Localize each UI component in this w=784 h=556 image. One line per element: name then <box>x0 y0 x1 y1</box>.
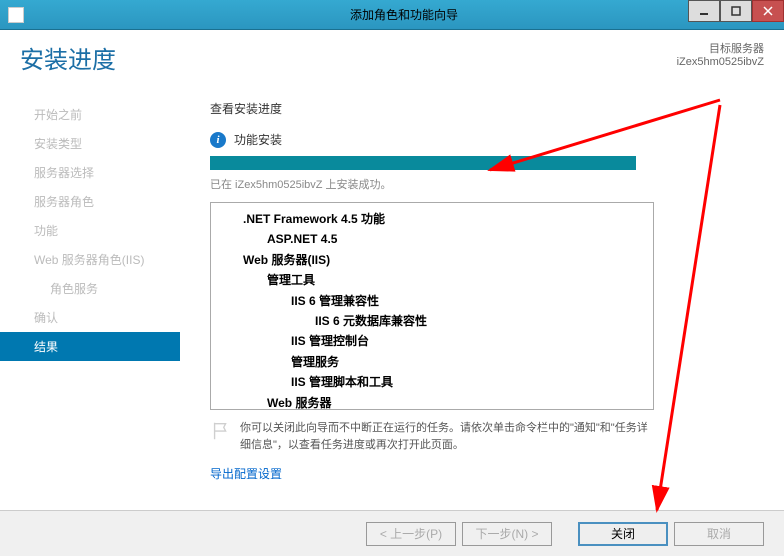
feature-list[interactable]: .NET Framework 4.5 功能 ASP.NET 4.5 Web 服务… <box>210 202 654 410</box>
window-controls <box>688 0 784 22</box>
feature-item: ASP.NET 4.5 <box>267 232 337 246</box>
cancel-button: 取消 <box>674 522 764 546</box>
sidebar-item-server-roles: 服务器角色 <box>0 187 180 216</box>
info-row: i 功能安装 <box>210 131 764 148</box>
sidebar: 开始之前 安装类型 服务器选择 服务器角色 功能 Web 服务器角色(IIS) … <box>0 30 180 510</box>
titlebar: 添加角色和功能向导 <box>0 0 784 30</box>
feature-item: IIS 管理控制台 <box>291 334 369 348</box>
progress-bar <box>210 156 636 170</box>
feature-item: IIS 管理脚本和工具 <box>291 375 393 389</box>
close-window-button[interactable] <box>752 0 784 22</box>
feature-item: IIS 6 管理兼容性 <box>291 294 379 308</box>
export-config-link[interactable]: 导出配置设置 <box>210 465 282 482</box>
sidebar-item-features: 功能 <box>0 216 180 245</box>
sidebar-item-results: 结果 <box>0 332 180 361</box>
feature-item: .NET Framework 4.5 功能 <box>243 212 385 226</box>
feature-item: 管理工具 <box>267 273 315 287</box>
sidebar-item-role-services: 角色服务 <box>0 274 180 303</box>
sidebar-item-install-type: 安装类型 <box>0 129 180 158</box>
prev-button: < 上一步(P) <box>366 522 456 546</box>
feature-item: 管理服务 <box>291 355 339 369</box>
maximize-button[interactable] <box>720 0 752 22</box>
window-title: 添加角色和功能向导 <box>24 6 784 23</box>
feature-item: Web 服务器(IIS) <box>243 253 330 267</box>
sidebar-item-web-iis: Web 服务器角色(IIS) <box>0 245 180 274</box>
sidebar-item-before-begin: 开始之前 <box>0 100 180 129</box>
hint-row: 你可以关闭此向导而不中断正在运行的任务。请依次单击命令栏中的"通知"和"任务详细… <box>210 420 654 453</box>
hint-text: 你可以关闭此向导而不中断正在运行的任务。请依次单击命令栏中的"通知"和"任务详细… <box>240 420 654 453</box>
app-icon <box>8 7 24 23</box>
sidebar-item-server-select: 服务器选择 <box>0 158 180 187</box>
content: 开始之前 安装类型 服务器选择 服务器角色 功能 Web 服务器角色(IIS) … <box>0 30 784 510</box>
info-text: 功能安装 <box>234 131 282 148</box>
main-panel: 查看安装进度 i 功能安装 已在 iZex5hm0525ibvZ 上安装成功。 … <box>180 30 784 510</box>
page-title: 安装进度 <box>20 40 116 75</box>
feature-item: Web 服务器 <box>267 396 331 410</box>
minimize-button[interactable] <box>688 0 720 22</box>
close-button[interactable]: 关闭 <box>578 522 668 546</box>
feature-item: IIS 6 元数据库兼容性 <box>315 314 427 328</box>
info-icon: i <box>210 132 226 148</box>
sidebar-item-confirm: 确认 <box>0 303 180 332</box>
button-bar: < 上一步(P) 下一步(N) > 关闭 取消 <box>0 510 784 556</box>
next-button: 下一步(N) > <box>462 522 552 546</box>
section-label: 查看安装进度 <box>210 100 764 117</box>
progress-status: 已在 iZex5hm0525ibvZ 上安装成功。 <box>210 176 764 192</box>
flag-icon <box>210 420 232 442</box>
